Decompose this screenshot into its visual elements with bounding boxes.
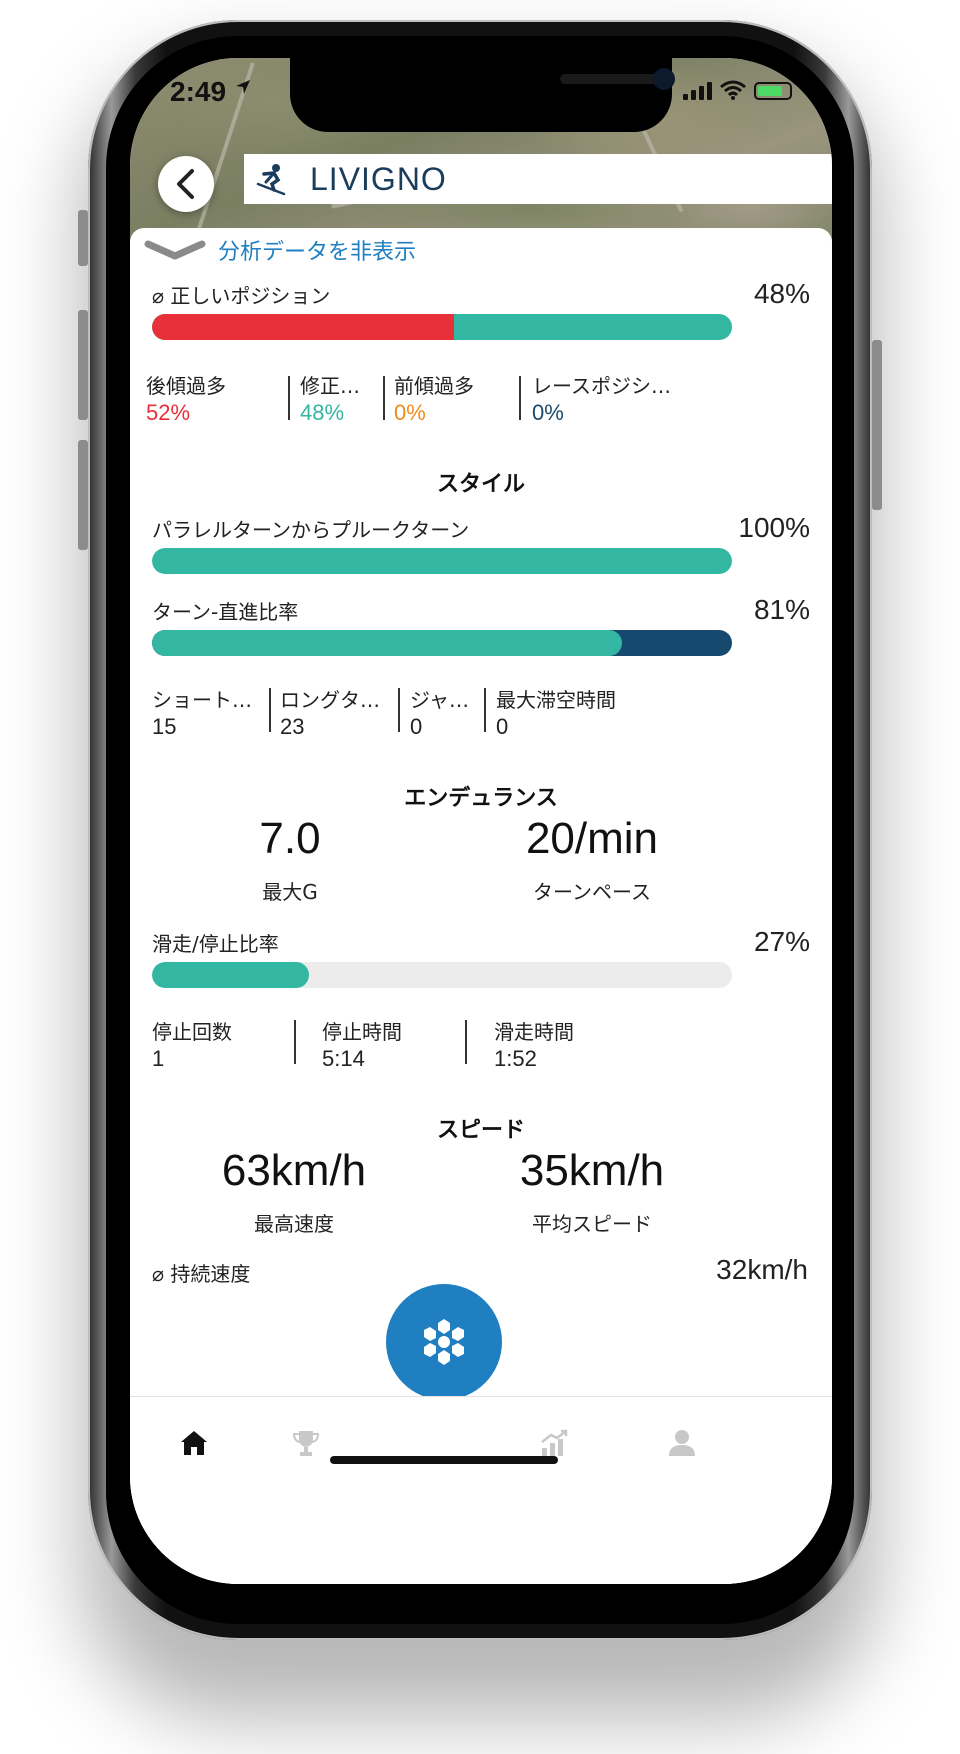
ride-ratio-label: 滑走/停止比率	[152, 932, 279, 956]
max-speed-value: 63km/h	[221, 1146, 367, 1195]
ride-ratio-percent: 27%	[753, 926, 810, 957]
tab-home[interactable]	[174, 1423, 214, 1463]
max-g-value: 7.0	[259, 814, 321, 863]
stats-icon	[541, 1429, 568, 1456]
parallel-turn-percent: 100%	[738, 512, 810, 543]
wifi-icon	[720, 80, 746, 100]
turn-ratio-percent: 81%	[753, 594, 810, 625]
ride-ratio-bar-fill	[152, 962, 309, 988]
collapse-analysis-toggle[interactable]: 分析データを非表示	[144, 234, 416, 266]
lean-forward-value: 0%	[394, 400, 426, 425]
signal-icon	[683, 80, 712, 100]
sustained-speed-label: ⌀ 持続速度	[152, 1262, 251, 1286]
turn-ratio-bar-fill	[152, 630, 622, 656]
parallel-turn-label: パラレルターンからプルークターン	[152, 518, 470, 542]
speed-section-title: スピード	[436, 1118, 525, 1143]
collapse-label: 分析データを非表示	[218, 240, 417, 265]
corrected-label: 修正…	[300, 374, 360, 398]
lean-back-label: 後傾過多	[146, 374, 226, 398]
race-position-value: 0%	[532, 400, 564, 425]
lean-back-value: 52%	[146, 400, 191, 425]
volume-down-button	[78, 440, 88, 550]
mute-switch	[78, 210, 88, 266]
short-turn-value: 15	[152, 714, 177, 739]
power-button	[872, 340, 882, 510]
parallel-turn-bar	[152, 548, 732, 574]
tab-bar	[130, 1396, 832, 1584]
status-icons	[683, 80, 792, 100]
home-icon	[181, 1431, 207, 1455]
jump-label: ジャ…	[410, 688, 469, 712]
position-percent: 48%	[753, 278, 810, 309]
corrected-value: 48%	[300, 400, 345, 425]
resort-title: LIVIGNO	[310, 160, 447, 197]
ride-time-label: 滑走時間	[494, 1020, 574, 1044]
ride-ratio-bar	[152, 962, 732, 988]
turn-pace-value: 20/min	[525, 814, 659, 863]
snowflake-icon	[424, 1319, 464, 1365]
trophy-icon	[292, 1431, 320, 1456]
max-airtime-label: 最大滞空時間	[496, 688, 616, 712]
turn-ratio-bar	[152, 630, 732, 656]
avg-speed-value: 35km/h	[519, 1146, 665, 1195]
short-turn-label: ショート…	[152, 688, 252, 712]
volume-up-button	[78, 310, 88, 420]
turn-pace-label: ターンペース	[533, 880, 651, 904]
sustained-speed-value: 32km/h	[716, 1254, 808, 1285]
stop-time-label: 停止時間	[322, 1020, 402, 1044]
skier-icon	[256, 164, 286, 196]
tab-profile[interactable]	[662, 1423, 702, 1463]
stop-time-value: 5:14	[322, 1046, 365, 1071]
endurance-section-title: エンデュランス	[404, 786, 558, 811]
phone-screen: 2:49 LIVIGNO 分析データを非表示 ⌀ 正しいポジション 48% 後傾…	[130, 58, 832, 1584]
turn-ratio-label: ターン-直進比率	[152, 600, 299, 624]
stop-count-value: 1	[152, 1046, 165, 1071]
avg-speed-label: 平均スピード	[532, 1212, 652, 1236]
tab-trophy[interactable]	[286, 1423, 326, 1463]
location-arrow-icon	[234, 78, 252, 100]
position-bar	[152, 314, 732, 340]
max-airtime-value: 0	[496, 714, 509, 739]
title-bar: LIVIGNO	[244, 154, 832, 204]
position-bar-fill	[152, 314, 454, 340]
style-section-title: スタイル	[436, 472, 525, 497]
ride-time-value: 1:52	[494, 1046, 537, 1071]
long-turn-value: 23	[280, 714, 305, 739]
parallel-turn-bar-fill	[152, 548, 732, 574]
back-button[interactable]	[158, 156, 214, 212]
notch	[290, 58, 675, 132]
profile-icon	[669, 1430, 695, 1456]
position-label: ⌀ 正しいポジション	[152, 284, 331, 308]
home-indicator	[330, 1456, 558, 1464]
max-g-label: 最大G	[262, 880, 318, 904]
lean-forward-label: 前傾過多	[394, 374, 474, 398]
race-position-label: レースポジシ…	[532, 374, 671, 398]
snowflake-action-button[interactable]	[386, 1284, 502, 1400]
status-time: 2:49	[170, 76, 227, 107]
chevron-down-icon	[144, 240, 206, 260]
stop-count-label: 停止回数	[152, 1020, 232, 1044]
long-turn-label: ロングタ…	[280, 688, 380, 712]
max-speed-label: 最高速度	[254, 1212, 334, 1236]
battery-icon	[754, 82, 792, 100]
back-arrow-icon	[177, 169, 194, 199]
jump-value: 0	[410, 714, 423, 739]
